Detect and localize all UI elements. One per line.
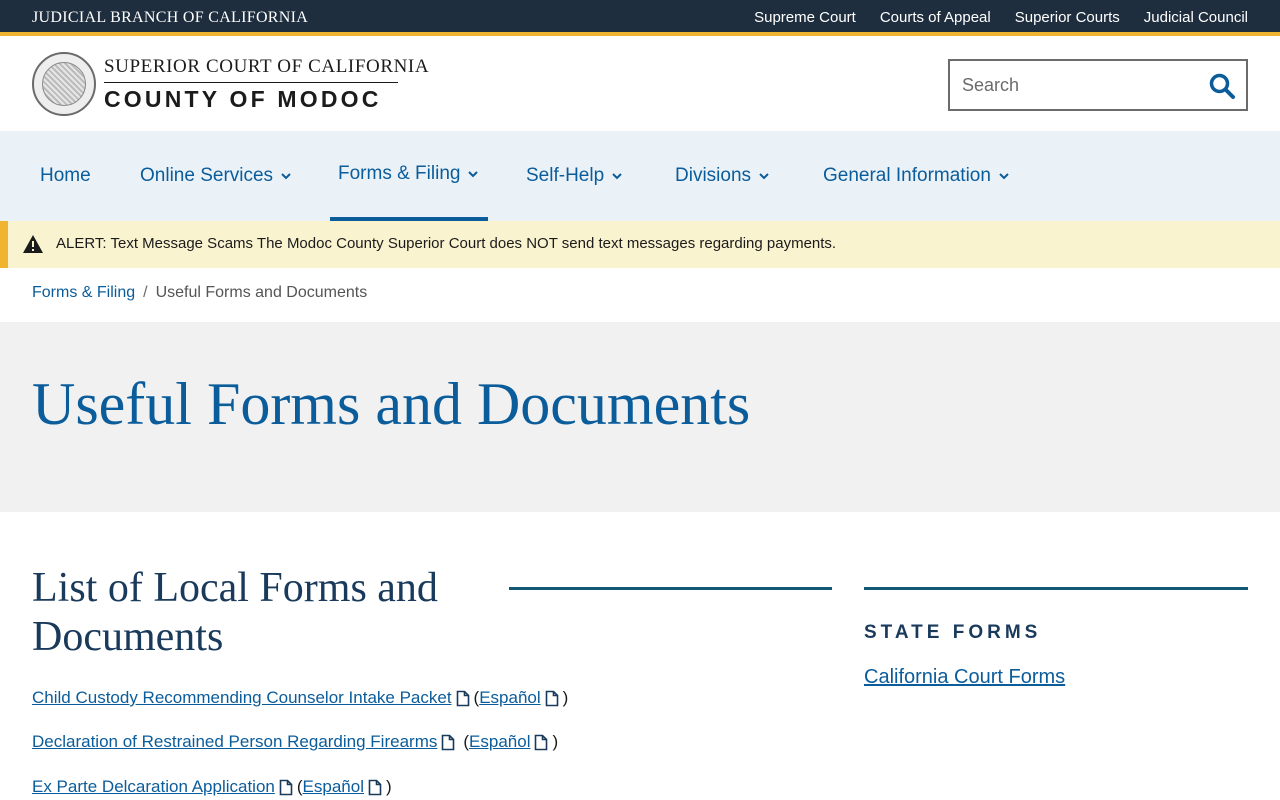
utility-links: Supreme Court Courts of Appeal Superior …	[754, 9, 1248, 26]
utility-bar: JUDICIAL BRANCH OF CALIFORNIA Supreme Co…	[0, 0, 1280, 36]
document-link[interactable]: Ex Parte Delcaration Application	[32, 777, 275, 797]
logo-divider	[104, 82, 398, 83]
court-seal-logo[interactable]	[32, 52, 96, 116]
list-item: Ex Parte Delcaration Application ( Españ…	[32, 777, 392, 797]
file-icon	[535, 734, 548, 750]
chevron-down-icon	[281, 173, 291, 180]
breadcrumb-current: Useful Forms and Documents	[155, 284, 368, 301]
chevron-down-icon	[612, 173, 622, 180]
california-court-forms-link[interactable]: California Court Forms	[864, 666, 1065, 689]
file-icon	[442, 734, 455, 750]
nav-home-label: Home	[40, 165, 91, 186]
main-nav: Home Online Services Forms & Filing Self…	[0, 131, 1280, 221]
nav-online-services-label: Online Services	[140, 165, 274, 186]
sidebar-divider	[864, 587, 1248, 590]
seal-emblem	[42, 62, 86, 106]
nav-forms-filing[interactable]: Forms & Filing	[330, 131, 489, 221]
section-divider	[509, 587, 832, 590]
link-supreme-court[interactable]: Supreme Court	[754, 9, 856, 26]
search-input[interactable]	[962, 73, 1202, 97]
breadcrumb-forms-filing[interactable]: Forms & Filing	[32, 284, 135, 302]
list-item: Child Custody Recommending Counselor Int…	[32, 688, 568, 708]
logo-court-name[interactable]: SUPERIOR COURT OF CALIFORNIA	[104, 56, 429, 78]
page-title: Useful Forms and Documents	[32, 371, 751, 437]
breadcrumb: Forms & Filing / Useful Forms and Docume…	[32, 284, 367, 302]
paren-close: )	[552, 732, 559, 751]
nav-divisions-label: Divisions	[675, 165, 752, 186]
section-title: List of Local Forms and Documents	[32, 565, 438, 660]
paren-close: )	[562, 688, 569, 707]
nav-home[interactable]: Home	[40, 131, 91, 221]
nav-general-information-label: General Information	[823, 165, 991, 186]
nav-online-services[interactable]: Online Services	[140, 131, 293, 221]
link-superior-courts[interactable]: Superior Courts	[1015, 9, 1120, 26]
logo-county-name[interactable]: COUNTY OF MODOC	[104, 86, 382, 113]
link-courts-of-appeal[interactable]: Courts of Appeal	[880, 9, 991, 26]
page-hero: Useful Forms and Documents	[0, 322, 1280, 512]
chevron-down-icon	[999, 173, 1009, 180]
spanish-version-link[interactable]: Español	[303, 777, 364, 797]
search-box	[948, 59, 1248, 111]
spanish-version-link[interactable]: Español	[479, 688, 540, 708]
nav-forms-filing-label: Forms & Filing	[338, 163, 461, 184]
chevron-down-icon	[468, 171, 479, 178]
list-item: Declaration of Restrained Person Regardi…	[32, 732, 558, 752]
file-icon	[368, 779, 382, 795]
file-icon	[456, 690, 469, 706]
paren-close: )	[385, 777, 392, 796]
file-icon	[545, 690, 558, 706]
search-icon[interactable]	[1208, 72, 1236, 100]
document-link[interactable]: Declaration of Restrained Person Regardi…	[32, 732, 437, 752]
judicial-branch-brand[interactable]: JUDICIAL BRANCH OF CALIFORNIA	[32, 9, 308, 27]
breadcrumb-separator: /	[143, 284, 148, 301]
document-link[interactable]: Child Custody Recommending Counselor Int…	[32, 688, 452, 708]
nav-self-help[interactable]: Self-Help	[526, 131, 624, 221]
site-header: SUPERIOR COURT OF CALIFORNIA COUNTY OF M…	[0, 40, 1280, 131]
file-icon	[279, 779, 293, 795]
nav-self-help-label: Self-Help	[526, 165, 605, 186]
nav-general-information[interactable]: General Information	[823, 131, 1011, 221]
warning-icon	[23, 235, 43, 253]
alert-text[interactable]: ALERT: Text Message Scams The Modoc Coun…	[56, 235, 836, 252]
alert-banner: ALERT: Text Message Scams The Modoc Coun…	[0, 221, 1280, 268]
nav-divisions[interactable]: Divisions	[675, 131, 771, 221]
chevron-down-icon	[759, 173, 769, 180]
link-judicial-council[interactable]: Judicial Council	[1144, 9, 1248, 26]
sidebar-heading: STATE FORMS	[864, 622, 1042, 643]
spanish-version-link[interactable]: Español	[469, 732, 530, 752]
